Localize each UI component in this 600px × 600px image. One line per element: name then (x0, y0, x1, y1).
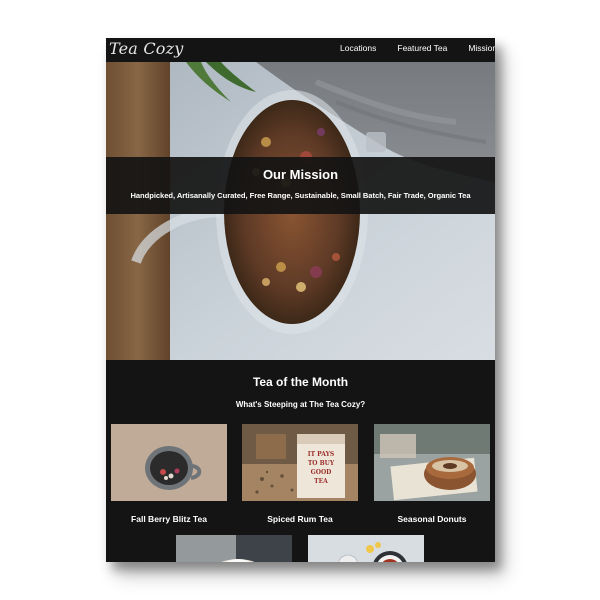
box-text-line-2: TO BUY (308, 460, 335, 467)
card-label: Spiced Rum Tea (267, 514, 333, 524)
tea-card-seasonal-donuts[interactable]: Seasonal Donuts (374, 424, 490, 524)
hero-section: Our Mission Handpicked, Artisanally Cura… (106, 62, 495, 360)
page-sheet: Tea Cozy Locations Featured Tea Mission (106, 38, 495, 562)
tea-card-5[interactable] (308, 535, 424, 562)
section-title: Tea of the Month (252, 375, 349, 389)
nav-link-locations[interactable]: Locations (340, 43, 376, 53)
main-nav: Locations Featured Tea Mission (340, 43, 495, 53)
fall-berry-blitz-image (111, 424, 227, 501)
box-text-line-3: GOOD (311, 469, 332, 476)
mission-banner: Our Mission Handpicked, Artisanally Cura… (106, 157, 495, 214)
tea-of-the-month-section: Tea of the Month What's Steeping at The … (106, 360, 495, 562)
card-label: Fall Berry Blitz Tea (131, 514, 207, 524)
mission-title: Our Mission (262, 167, 339, 182)
nav-link-mission[interactable]: Mission (468, 43, 495, 53)
tea-card-spiced-rum[interactable]: IT PAYS TO BUY GOOD TEA Spiced Rum Tea (242, 424, 358, 524)
tea-card-4[interactable] (176, 535, 292, 562)
section-subtitle: What's Steeping at The Tea Cozy? (235, 400, 366, 409)
tea-card-fall-berry-blitz[interactable]: Fall Berry Blitz Tea (111, 424, 227, 524)
seasonal-donuts-image (374, 424, 490, 501)
spiced-rum-image: IT PAYS TO BUY GOOD TEA (242, 424, 358, 501)
tea-card-4-image (176, 535, 292, 562)
site-logo[interactable]: Tea Cozy (109, 39, 183, 58)
tea-card-5-image (308, 535, 424, 562)
box-text-line-1: IT PAYS (308, 451, 334, 458)
site-header: Tea Cozy Locations Featured Tea Mission (106, 38, 495, 62)
nav-link-featured-tea[interactable]: Featured Tea (397, 43, 447, 53)
box-text-line-4: TEA (314, 478, 328, 485)
card-label: Seasonal Donuts (397, 514, 467, 524)
mission-tags: Handpicked, Artisanally Curated, Free Ra… (130, 191, 471, 200)
